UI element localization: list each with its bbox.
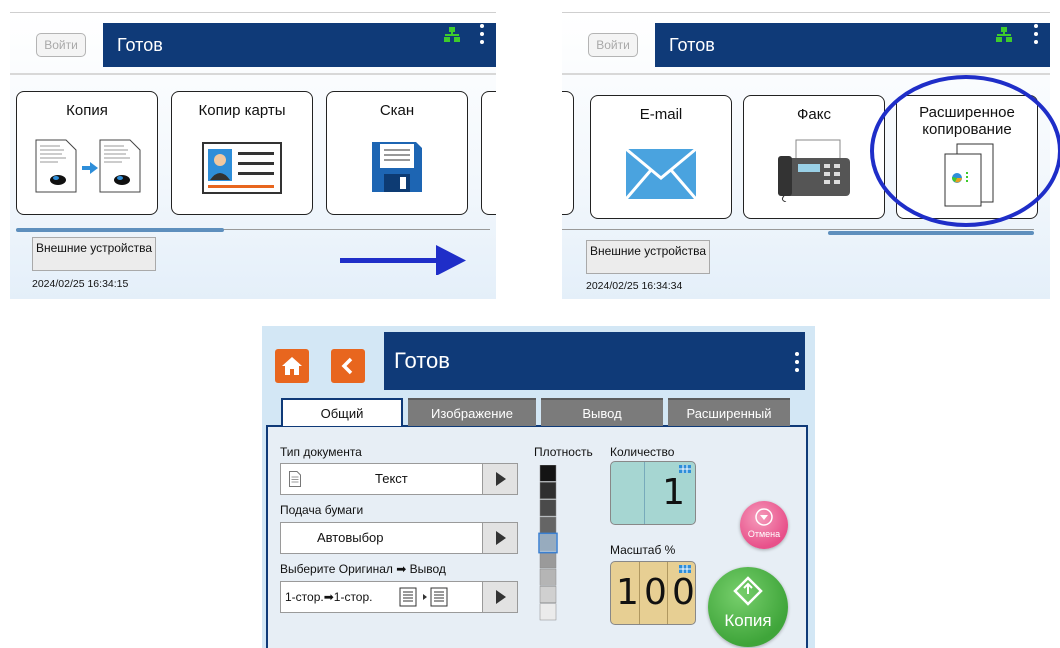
tile-partial[interactable] <box>562 91 574 215</box>
original-output-value: 1-стор.➡1-стор. <box>285 590 373 604</box>
density-step[interactable] <box>539 482 557 499</box>
density-thumb[interactable] <box>538 532 558 554</box>
back-button[interactable] <box>331 349 365 383</box>
datetime: 2024/02/25 16:34:15 <box>32 278 129 290</box>
tile-fax[interactable]: Факс <box>743 95 885 219</box>
cancel-icon <box>755 508 773 526</box>
datetime: 2024/02/25 16:34:34 <box>586 280 683 292</box>
tile-scrollbar[interactable] <box>16 228 224 232</box>
scale-digit-1: 1 <box>616 572 639 613</box>
status-text: Готов <box>669 35 715 55</box>
original-output-select[interactable]: 1-стор.➡1-стор. <box>280 581 518 613</box>
cancel-label: Отмена <box>747 529 781 539</box>
copy-icon <box>35 139 141 193</box>
menu-dots-icon[interactable] <box>480 24 484 46</box>
network-icon <box>996 27 1012 42</box>
start-copy-label: Копия <box>724 611 772 630</box>
tile-partial[interactable] <box>481 91 496 215</box>
density-step[interactable] <box>539 499 557 517</box>
tile-card-copy[interactable]: Копир карты <box>171 91 313 215</box>
status-bar: Готов <box>655 23 1050 67</box>
cancel-button[interactable]: Отмена <box>740 501 788 549</box>
external-devices-button[interactable]: Внешние устройства <box>586 240 710 274</box>
tile-scrollbar[interactable] <box>828 231 1034 235</box>
login-button[interactable]: Войти <box>36 33 86 57</box>
screen-copy-settings: Готов Тип документа Текст Подача бумаги … <box>262 326 815 648</box>
paper-value: Автовыбор <box>317 530 384 545</box>
start-copy-button[interactable]: Копия <box>708 567 788 647</box>
tile-scan-label: Скан <box>379 102 415 119</box>
home-button[interactable] <box>275 349 309 383</box>
back-icon <box>341 357 353 375</box>
scale-digit-2: 0 <box>644 572 667 613</box>
original-output-arrow-icon[interactable] <box>482 582 517 612</box>
scale-label: Масштаб % <box>610 543 676 557</box>
settings-panel: Тип документа Текст Подача бумаги Автовы… <box>266 425 808 648</box>
floppy-disk-icon <box>372 142 422 192</box>
login-button[interactable]: Войти <box>588 33 638 57</box>
menu-dots-icon[interactable] <box>1034 24 1038 46</box>
scale-digit-3: 0 <box>672 572 695 613</box>
envelope-icon <box>625 148 697 200</box>
start-icon <box>733 576 763 606</box>
fax-icon <box>778 139 850 202</box>
home-icon <box>282 357 302 375</box>
tab-general[interactable]: Общий <box>281 398 403 426</box>
screen-main-1: Войти Готов Копия Копир карты Скан Внешн… <box>10 12 496 299</box>
density-label: Плотность <box>534 445 593 459</box>
tile-copy-label: Копия <box>66 102 108 119</box>
paper-select[interactable]: Автовыбор <box>280 522 518 554</box>
density-step[interactable] <box>539 603 557 621</box>
density-step[interactable] <box>539 516 557 534</box>
paper-arrow-icon[interactable] <box>482 523 517 553</box>
menu-dots-icon[interactable] <box>795 352 799 374</box>
quantity-field[interactable]: 1 <box>610 461 696 525</box>
density-step[interactable] <box>539 586 557 603</box>
arrow-right-annotation <box>340 245 466 275</box>
density-step[interactable] <box>539 465 557 482</box>
tile-card-copy-label: Копир карты <box>198 102 286 119</box>
tab-image[interactable]: Изображение <box>408 398 536 426</box>
tile-copy[interactable]: Копия <box>16 91 158 215</box>
status-text: Готов <box>394 348 450 373</box>
tile-scan[interactable]: Скан <box>326 91 468 215</box>
external-devices-button[interactable]: Внешние устройства <box>32 237 156 271</box>
density-step[interactable] <box>539 551 557 569</box>
quantity-label: Количество <box>610 445 675 459</box>
id-card-icon <box>202 142 282 194</box>
tile-email-label: E-mail <box>639 106 683 123</box>
status-bar: Готов <box>384 332 805 390</box>
density-step[interactable] <box>539 568 557 586</box>
text-doc-icon <box>289 471 301 487</box>
scale-field[interactable]: 1 0 0 <box>610 561 696 625</box>
original-output-label: Выберите Оригинал ➡ Вывод <box>280 562 446 576</box>
highlight-circle-annotation <box>870 75 1060 227</box>
doc-type-select[interactable]: Текст <box>280 463 518 495</box>
duplex-icon <box>399 587 448 607</box>
tab-output[interactable]: Вывод <box>541 398 663 426</box>
tile-email[interactable]: E-mail <box>590 95 732 219</box>
tile-fax-label: Факс <box>797 106 831 123</box>
doc-type-arrow-icon[interactable] <box>482 464 517 494</box>
doc-type-label: Тип документа <box>280 445 362 459</box>
status-bar: Готов <box>103 23 496 67</box>
tab-advanced[interactable]: Расширенный <box>668 398 790 426</box>
doc-type-value: Текст <box>375 471 408 486</box>
network-icon <box>444 27 460 42</box>
density-slider[interactable] <box>538 465 558 621</box>
paper-label: Подача бумаги <box>280 503 364 517</box>
status-text: Готов <box>117 35 163 55</box>
quantity-value: 1 <box>662 472 685 513</box>
